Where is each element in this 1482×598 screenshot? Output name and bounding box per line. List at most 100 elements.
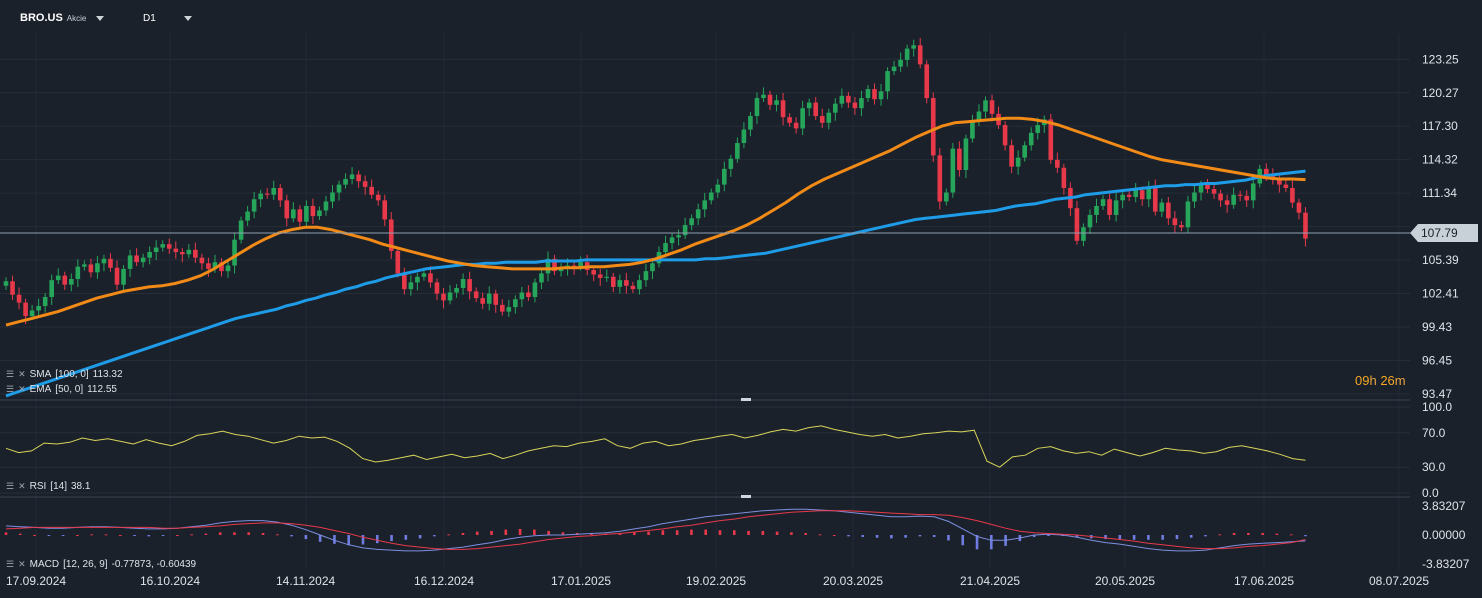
macd-histogram-bar	[375, 535, 379, 544]
macd-histogram-bar	[404, 535, 408, 540]
chart-canvas[interactable]: 107.79 123.25 120.27 117.30 114.32 111.34 105.…	[0, 0, 1482, 598]
candle	[617, 280, 623, 287]
menu-icon[interactable]: ☰	[6, 481, 14, 492]
current-price-label: 107.79	[1421, 226, 1458, 240]
candle	[1022, 145, 1027, 158]
candle	[663, 243, 668, 253]
macd-histogram-bar	[918, 535, 922, 537]
macd-histogram-bar	[90, 534, 93, 536]
candle	[362, 181, 368, 187]
y-tick-label: 99.43	[1422, 320, 1452, 334]
candle	[513, 299, 518, 308]
candle	[637, 280, 642, 290]
candle	[108, 258, 113, 268]
menu-icon[interactable]: ☰	[6, 369, 14, 380]
candle	[225, 265, 231, 272]
timeframe-label: D1	[143, 13, 156, 24]
candle	[349, 174, 355, 179]
candle	[970, 120, 975, 139]
macd-histogram-bar	[1132, 535, 1136, 540]
macd-histogram-bar	[633, 532, 636, 535]
candle	[421, 273, 427, 277]
candle	[1152, 186, 1158, 212]
candle	[1244, 195, 1249, 201]
macd-histogram-bar	[18, 533, 22, 535]
macd-histogram-bar	[190, 534, 193, 536]
candle	[277, 187, 283, 201]
y-tick-label: 102.41	[1422, 287, 1459, 301]
timeframe-selector[interactable]: D1	[143, 13, 192, 24]
indicator-label-rsi[interactable]: ☰ ✕ RSI [14] 38.1	[6, 481, 90, 492]
macd-histogram-bar	[176, 535, 179, 536]
macd-name: MACD	[29, 559, 60, 570]
macd-histogram-bar	[447, 534, 450, 536]
candle	[291, 209, 296, 219]
macd-histogram-bar	[704, 529, 708, 535]
menu-icon[interactable]: ☰	[6, 384, 14, 395]
macd-histogram-bar	[690, 529, 693, 535]
macd-histogram-bar	[747, 530, 750, 535]
candle	[356, 174, 361, 182]
candle	[499, 304, 505, 312]
candle	[1303, 212, 1308, 239]
candle	[1009, 145, 1014, 167]
candle	[36, 305, 41, 311]
candle	[754, 98, 760, 117]
close-icon[interactable]: ✕	[18, 559, 26, 570]
candle	[859, 98, 864, 109]
pane-resize-handle[interactable]	[741, 398, 751, 401]
chevron-down-icon[interactable]	[96, 15, 105, 21]
macd-histogram-bar	[147, 535, 151, 537]
candle	[708, 192, 714, 201]
macd-histogram-bar	[461, 532, 465, 535]
macd-histogram-bar	[361, 535, 365, 545]
macd-histogram-bar	[932, 535, 936, 538]
macd-histogram-bar	[1261, 532, 1264, 535]
candle	[983, 100, 988, 112]
chart-toolbar: BRO.US Akcie D1	[0, 0, 1410, 34]
candle	[1250, 183, 1256, 201]
candle	[69, 279, 74, 285]
close-icon[interactable]: ✕	[18, 481, 26, 492]
candle	[1081, 227, 1086, 241]
candle	[1179, 225, 1184, 228]
x-tick-label: 20.03.2025	[823, 574, 883, 588]
macd-histogram-bar	[947, 535, 950, 541]
candle	[650, 263, 655, 272]
countdown-hours: 09	[1355, 373, 1370, 388]
candle	[930, 98, 936, 156]
candle	[1185, 201, 1191, 228]
candle	[166, 244, 172, 249]
symbol-selector[interactable]: BRO.US Akcie	[20, 12, 105, 24]
chevron-down-icon[interactable]	[183, 16, 192, 21]
candle	[872, 89, 877, 100]
candle	[317, 210, 322, 217]
indicator-label-ema[interactable]: ☰ ✕ EMA [50, 0] 112.55	[6, 384, 117, 395]
candle	[702, 200, 708, 210]
candle	[147, 252, 152, 258]
candle	[944, 192, 949, 202]
candle	[989, 100, 995, 114]
rsi-y-tick-label: 100.0	[1422, 400, 1452, 414]
sma-name: SMA	[29, 369, 52, 380]
candle	[460, 279, 466, 289]
macd-histogram-bar	[61, 535, 65, 536]
macd-histogram-bar	[290, 535, 293, 537]
macd-histogram-bar	[804, 532, 807, 535]
countdown-minutes: 26	[1380, 373, 1395, 388]
menu-icon[interactable]: ☰	[6, 559, 14, 570]
macd-params: [12, 26, 9]	[63, 559, 108, 570]
indicator-label-macd[interactable]: ☰ ✕ MACD [12, 26, 9] -0.77873, -0.60439	[6, 559, 196, 570]
candle	[382, 200, 388, 220]
macd-histogram-bar	[247, 532, 251, 535]
macd-histogram-bar	[47, 535, 51, 536]
pane-resize-handle[interactable]	[741, 495, 751, 498]
macd-histogram-bar	[161, 535, 165, 536]
candle	[75, 266, 81, 280]
candle	[682, 225, 688, 236]
close-icon[interactable]: ✕	[18, 384, 26, 395]
close-icon[interactable]: ✕	[18, 369, 26, 380]
macd-histogram-bar	[1218, 534, 1222, 536]
macd-histogram-bar	[675, 530, 679, 535]
indicator-label-sma[interactable]: ☰ ✕ SMA [100, 0] 113.32	[6, 369, 123, 380]
